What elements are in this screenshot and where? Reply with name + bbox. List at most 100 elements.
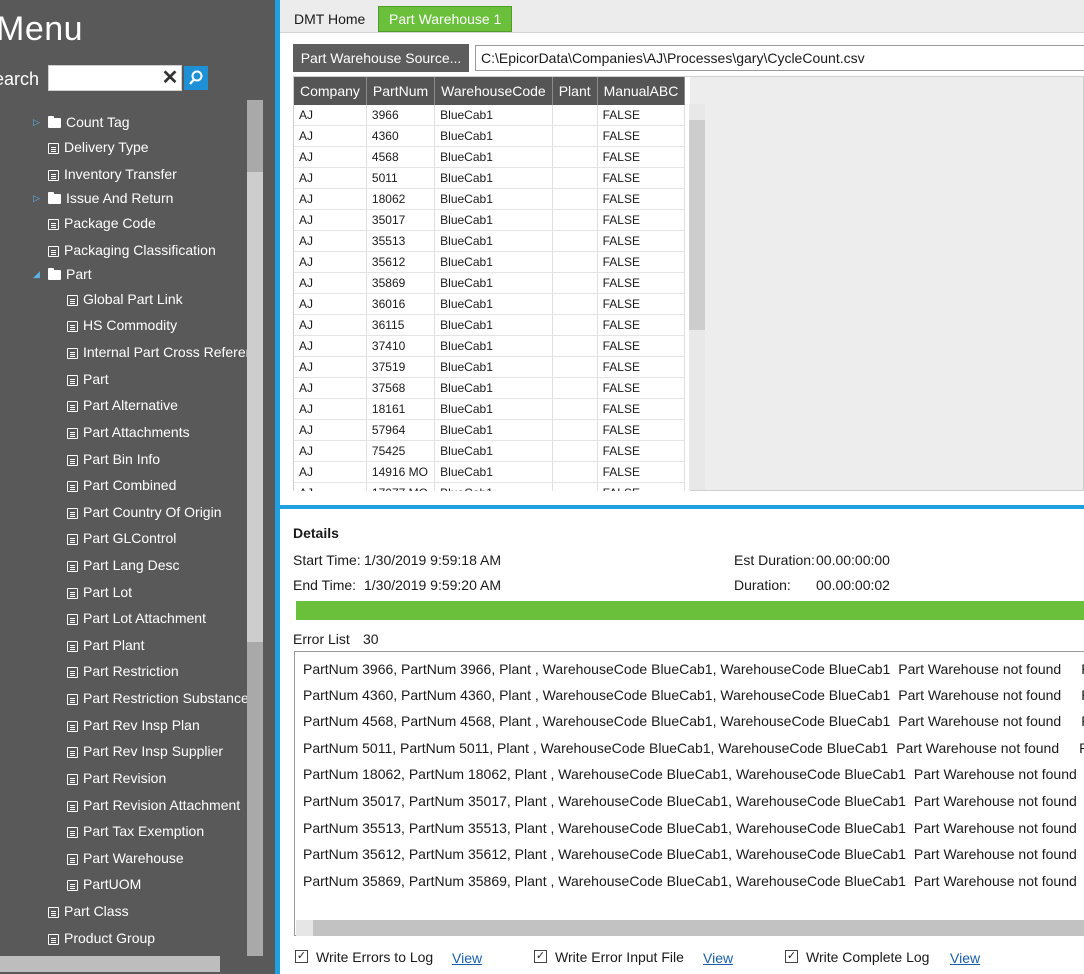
table-cell[interactable] (552, 356, 598, 378)
table-cell[interactable] (552, 105, 598, 126)
menu-item[interactable]: Inventory Transfer (48, 163, 177, 185)
table-cell[interactable]: 17077 MO (366, 482, 436, 491)
tab-dmt-home[interactable]: DMT Home (284, 7, 375, 31)
table-cell[interactable] (552, 335, 598, 357)
table-row[interactable]: AJ 75425 BlueCab1 FALSE (294, 440, 686, 462)
table-cell[interactable]: 37519 (366, 356, 436, 378)
panel-divider[interactable] (275, 0, 280, 974)
menu-item[interactable]: PartUOM (67, 873, 141, 895)
table-cell[interactable] (552, 188, 598, 210)
menu-item[interactable]: Package Code (48, 212, 156, 234)
menu-item[interactable]: Part (67, 368, 109, 390)
table-row[interactable]: AJ 4360 BlueCab1 FALSE (294, 125, 686, 147)
table-cell[interactable] (552, 167, 598, 189)
list-item[interactable]: PartNum 4568, PartNum 4568, Plant , Ware… (303, 713, 1084, 729)
table-cell[interactable]: BlueCab1 (434, 125, 553, 147)
menu-item[interactable]: Delivery Type (48, 136, 149, 158)
table-cell[interactable]: BlueCab1 (434, 356, 553, 378)
menu-item[interactable]: Part Country Of Origin (67, 501, 222, 523)
table-cell[interactable]: AJ (294, 440, 367, 462)
error-list[interactable]: PartNum 3966, PartNum 3966, Plant , Ware… (294, 651, 1084, 936)
menu-item[interactable]: ◢ Part (33, 263, 92, 285)
write-complete-log-checkbox[interactable]: ✓ (785, 950, 798, 963)
list-item[interactable]: PartNum 35513, PartNum 35513, Plant , Wa… (303, 820, 1084, 836)
section-divider[interactable] (280, 505, 1084, 509)
table-cell[interactable]: FALSE (597, 440, 686, 462)
table-row[interactable]: AJ 18161 BlueCab1 FALSE (294, 398, 686, 420)
list-item[interactable]: PartNum 5011, PartNum 5011, Plant , Ware… (303, 740, 1084, 756)
menu-item[interactable]: Part Lot Attachment (67, 607, 206, 629)
table-cell[interactable]: AJ (294, 293, 367, 315)
table-cell[interactable]: FALSE (597, 482, 686, 491)
column-header[interactable]: Plant (552, 77, 598, 105)
table-cell[interactable]: 37410 (366, 335, 436, 357)
table-cell[interactable]: BlueCab1 (434, 272, 553, 294)
source-path-field[interactable]: C:\EpicorData\Companies\AJ\Processes\gar… (475, 45, 1084, 71)
menu-item[interactable]: Part Warehouse (67, 847, 184, 869)
table-cell[interactable]: 3966 (366, 105, 436, 126)
table-cell[interactable]: BlueCab1 (434, 335, 553, 357)
table-cell[interactable]: 5011 (366, 167, 436, 189)
table-cell[interactable]: FALSE (597, 125, 686, 147)
expand-arrow-icon[interactable]: ▷ (33, 111, 40, 133)
table-row[interactable]: AJ 4568 BlueCab1 FALSE (294, 146, 686, 168)
menu-item[interactable]: Global Part Link (67, 288, 183, 310)
table-cell[interactable]: 14916 MO (366, 461, 436, 483)
table-cell[interactable]: FALSE (597, 398, 686, 420)
table-cell[interactable]: FALSE (597, 167, 686, 189)
table-cell[interactable] (552, 251, 598, 273)
table-cell[interactable]: BlueCab1 (434, 482, 553, 491)
table-row[interactable]: AJ17077 MOBlueCab1 FALSE (294, 482, 686, 491)
table-cell[interactable]: 35017 (366, 209, 436, 231)
list-item[interactable]: PartNum 35869, PartNum 35869, Plant , Wa… (303, 873, 1084, 889)
table-cell[interactable] (552, 125, 598, 147)
menu-item[interactable]: Part GLControl (67, 527, 176, 549)
table-cell[interactable] (552, 293, 598, 315)
expand-arrow-icon[interactable]: ◢ (33, 263, 40, 285)
table-cell[interactable]: FALSE (597, 209, 686, 231)
table-cell[interactable]: FALSE (597, 377, 686, 399)
table-cell[interactable]: BlueCab1 (434, 314, 553, 336)
menu-item[interactable]: ▷ Count Tag (33, 111, 130, 133)
table-cell[interactable]: BlueCab1 (434, 419, 553, 441)
table-cell[interactable]: FALSE (597, 251, 686, 273)
table-cell[interactable]: 57964 (366, 419, 436, 441)
table-cell[interactable]: BlueCab1 (434, 230, 553, 252)
table-cell[interactable]: BlueCab1 (434, 188, 553, 210)
table-cell[interactable]: AJ (294, 461, 367, 483)
menu-horizontal-scrollbar[interactable] (0, 956, 220, 972)
error-list-scrollbar-thumb[interactable] (313, 920, 1084, 936)
table-cell[interactable]: 4568 (366, 146, 436, 168)
table-cell[interactable]: AJ (294, 209, 367, 231)
table-cell[interactable]: 36115 (366, 314, 436, 336)
table-cell[interactable]: 75425 (366, 440, 436, 462)
menu-scrollbar-thumb[interactable] (247, 172, 263, 642)
table-cell[interactable]: BlueCab1 (434, 440, 553, 462)
table-cell[interactable] (552, 314, 598, 336)
table-cell[interactable]: FALSE (597, 314, 686, 336)
view-error-input-link[interactable]: View (703, 950, 733, 966)
menu-item[interactable]: Part Lang Desc (67, 554, 180, 576)
table-row[interactable]: AJ 35513 BlueCab1 FALSE (294, 230, 686, 252)
menu-item[interactable]: Part Restriction Substance (67, 687, 247, 709)
view-complete-log-link[interactable]: View (950, 950, 980, 966)
search-icon[interactable] (184, 66, 208, 90)
column-header[interactable]: WarehouseCode (434, 77, 553, 105)
table-cell[interactable]: 35612 (366, 251, 436, 273)
table-cell[interactable] (552, 272, 598, 294)
menu-item[interactable]: Part Bin Info (67, 448, 160, 470)
table-cell[interactable]: 18161 (366, 398, 436, 420)
table-cell[interactable]: FALSE (597, 461, 686, 483)
menu-item[interactable]: Part Lot (67, 581, 132, 603)
list-item[interactable]: PartNum 35612, PartNum 35612, Plant , Wa… (303, 846, 1084, 862)
table-cell[interactable]: BlueCab1 (434, 461, 553, 483)
table-cell[interactable] (552, 377, 598, 399)
table-cell[interactable] (552, 209, 598, 231)
table-cell[interactable] (552, 461, 598, 483)
view-errors-log-link[interactable]: View (452, 950, 482, 966)
grid-scrollbar-thumb[interactable] (689, 120, 705, 330)
table-cell[interactable]: BlueCab1 (434, 293, 553, 315)
write-errors-checkbox[interactable]: ✓ (295, 950, 308, 963)
table-cell[interactable]: BlueCab1 (434, 146, 553, 168)
table-cell[interactable]: BlueCab1 (434, 251, 553, 273)
